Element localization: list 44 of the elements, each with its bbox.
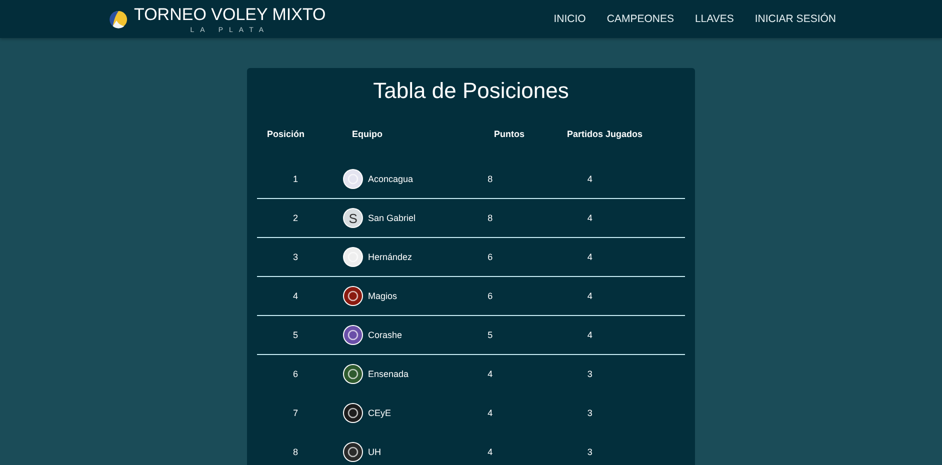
team-name: Corashe [368,330,402,340]
card-title: Tabla de Posiciones [372,78,570,104]
column-header: Posición [266,129,306,139]
table-cell-text: 6 [486,252,494,262]
table-cell-text: 3 [586,447,594,457]
team-name: Hernández [368,252,412,262]
team-name: San Gabriel [368,213,416,223]
site-title: TORNEO VOLEY MIXTO [134,4,326,24]
table-cell-text: 1 [292,174,300,184]
table-cell-text: 5 [486,330,494,340]
column-header: Puntos [493,129,526,139]
team-logo: S [344,209,362,227]
column-header: Equipo [352,129,384,139]
table-cell-text: 5 [292,330,300,340]
table-cell-text: 4 [586,330,594,340]
table-cell-text: 8 [486,213,494,223]
nav-link[interactable]: CAMPEONES [606,13,674,25]
column-header: Partidos Jugados [566,129,644,139]
table-cell-text: 2 [292,213,300,223]
table-cell-text: 4 [486,369,494,379]
table-cell-text: 4 [586,213,594,223]
nav-link[interactable]: INICIAR SESIÓN [754,13,836,25]
team-name: Ensenada [368,369,409,379]
table-cell-text: 3 [292,252,300,262]
team-name: Aconcagua [368,174,414,184]
table-cell-text: 4 [586,291,594,301]
table-cell-text: 4 [586,174,594,184]
team-name: CEyE [368,408,392,418]
nav-link[interactable]: INICIO [554,13,586,25]
nav-link[interactable]: LLAVES [694,13,734,25]
table-cell-text: 8 [486,174,494,184]
table-cell-text: 4 [486,408,494,418]
table-cell-text: 4 [586,252,594,262]
team-name: UH [368,447,382,457]
team-name: Magios [368,291,398,301]
table-cell-text: 6 [486,291,494,301]
table-cell-text: 3 [586,369,594,379]
table-cell-text: 3 [586,408,594,418]
volleyball-icon [109,10,128,28]
table-cell-text: 7 [292,408,300,418]
table-cell-text: 8 [292,447,300,457]
table-cell-text: 4 [292,291,300,301]
table-cell-text: 6 [292,369,300,379]
table-cell-text: 4 [486,447,494,457]
